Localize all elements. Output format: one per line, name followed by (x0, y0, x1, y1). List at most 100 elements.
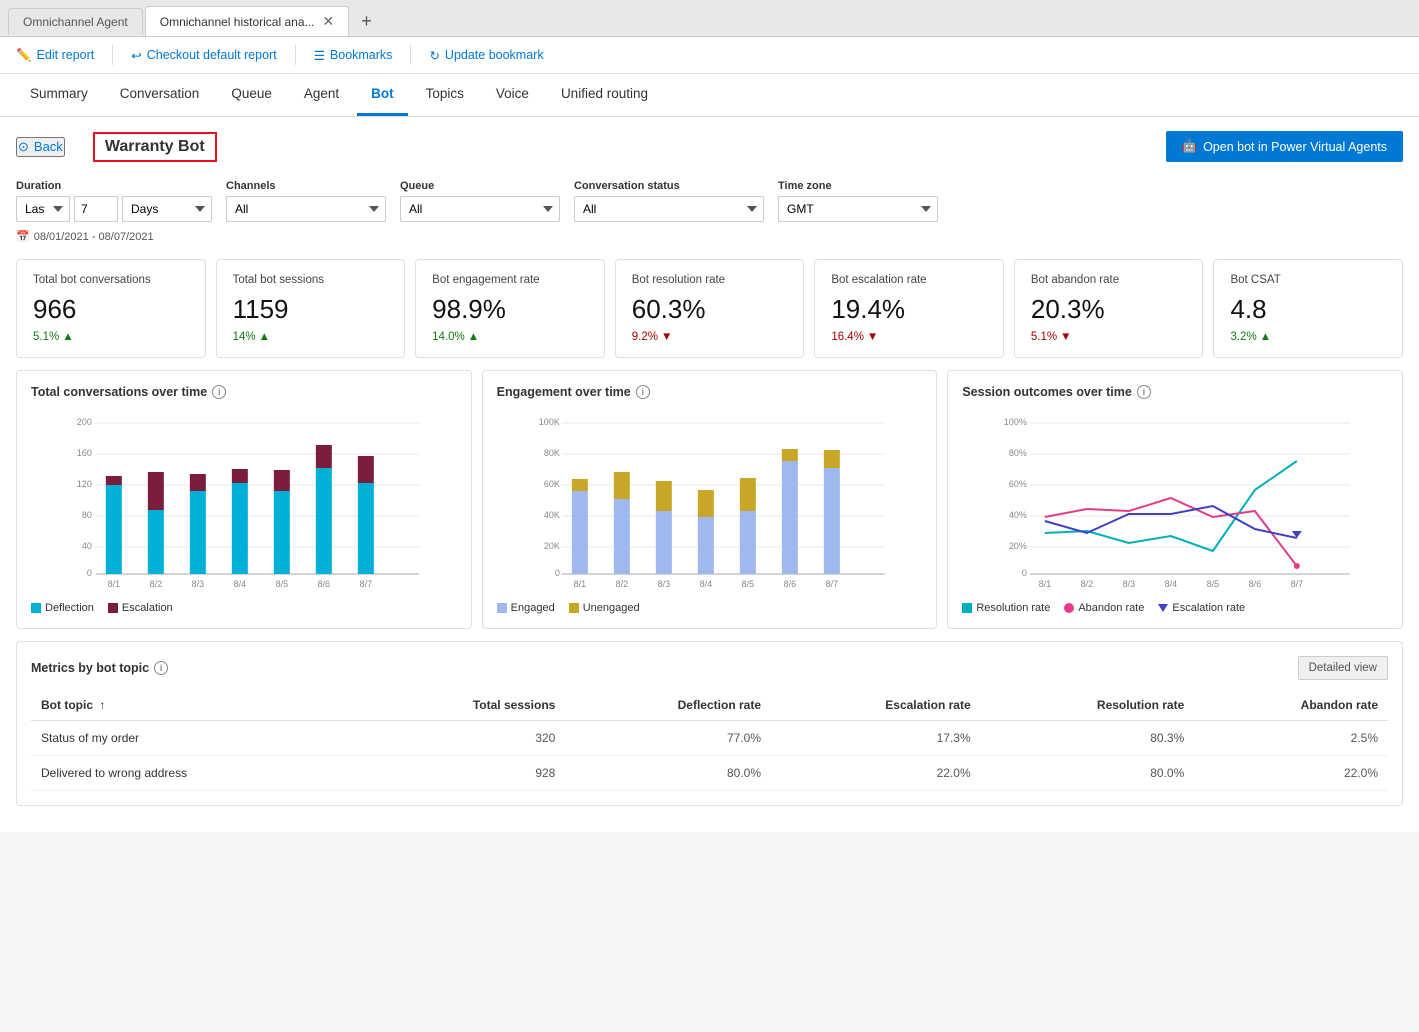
info-icon-engagement[interactable]: i (636, 385, 650, 399)
chart-conversations-over-time: Total conversations over time i 200 160 … (16, 370, 472, 629)
tab-close-icon[interactable]: ✕ (323, 13, 335, 30)
table-row: Status of my order 320 77.0% 17.3% 80.3%… (31, 721, 1388, 756)
nav-tab-topics[interactable]: Topics (412, 74, 478, 116)
kpi-label: Bot resolution rate (632, 274, 788, 286)
checkout-icon: ↩ (131, 48, 141, 63)
chart-title-conversations: Total conversations over time i (31, 385, 457, 399)
svg-text:8/3: 8/3 (1123, 579, 1136, 589)
channels-select[interactable]: All (226, 196, 386, 222)
table-row: Delivered to wrong address 928 80.0% 22.… (31, 756, 1388, 791)
channels-label: Channels (226, 180, 386, 192)
kpi-card: Bot abandon rate 20.3% 5.1% ▼ (1014, 259, 1204, 358)
col-bot-topic: Bot topic ↑ (31, 690, 361, 721)
svg-text:200: 200 (77, 417, 92, 427)
back-button[interactable]: ⊙ Back (16, 137, 65, 157)
refresh-icon: ↻ (429, 48, 439, 63)
info-icon-outcomes[interactable]: i (1137, 385, 1151, 399)
tab-omnichannel-agent[interactable]: Omnichannel Agent (8, 8, 143, 35)
col-resolution-rate: Resolution rate (981, 690, 1195, 721)
svg-text:80: 80 (82, 510, 92, 520)
nav-tab-bot[interactable]: Bot (357, 74, 408, 116)
nav-tab-conversation[interactable]: Conversation (106, 74, 214, 116)
tab-omnichannel-historical[interactable]: Omnichannel historical ana... ✕ (145, 6, 349, 36)
svg-text:8/3: 8/3 (657, 579, 670, 589)
col-deflection-rate: Deflection rate (565, 690, 771, 721)
add-tab-button[interactable]: + (351, 7, 382, 36)
nav-tab-voice[interactable]: Voice (482, 74, 543, 116)
filters-row: Duration LastFirst DaysHoursWeeks Channe… (16, 172, 1403, 226)
unengaged-label: Unengaged (583, 602, 640, 614)
col-escalation-rate: Escalation rate (771, 690, 981, 721)
engaged-color-dot (497, 603, 507, 613)
queue-select[interactable]: All (400, 196, 560, 222)
unengaged-color-dot (569, 603, 579, 613)
toolbar: ✏️ Edit report ↩ Checkout default report… (0, 37, 1419, 74)
svg-text:100K: 100K (538, 417, 559, 427)
kpi-change: 14.0% ▲ (432, 331, 588, 343)
legend-abandon-rate: Abandon rate (1064, 602, 1144, 614)
kpi-change: 9.2% ▼ (632, 331, 788, 343)
svg-text:8/2: 8/2 (615, 579, 628, 589)
svg-text:20K: 20K (543, 541, 559, 551)
nav-tab-agent[interactable]: Agent (290, 74, 353, 116)
escalation-color-dot (108, 603, 118, 613)
open-bot-button[interactable]: 🤖 Open bot in Power Virtual Agents (1166, 131, 1404, 162)
legend-deflection: Deflection (31, 602, 94, 614)
conv-status-label: Conversation status (574, 180, 764, 192)
tab-label: Omnichannel Agent (23, 15, 128, 29)
info-icon-conversations[interactable]: i (212, 385, 226, 399)
bar-chart-conversations: 200 160 120 80 40 0 Conversations (31, 411, 457, 591)
escalation-label: Escalation (122, 602, 173, 614)
edit-report-button[interactable]: ✏️ Edit report (16, 48, 94, 63)
svg-text:8/6: 8/6 (318, 579, 331, 589)
conv-status-select[interactable]: All (574, 196, 764, 222)
update-bookmark-button[interactable]: ↻ Update bookmark (429, 48, 543, 63)
nav-tab-unified-routing[interactable]: Unified routing (547, 74, 662, 116)
page-header: ⊙ Back Warranty Bot 🤖 Open bot in Power … (16, 117, 1403, 172)
kpi-card: Total bot sessions 1159 14% ▲ (216, 259, 406, 358)
svg-text:80%: 80% (1009, 448, 1027, 458)
cell-resolution-rate: 80.0% (981, 756, 1195, 791)
svg-text:40K: 40K (543, 510, 559, 520)
chart-title-engagement: Engagement over time i (497, 385, 923, 399)
legend-engagement: Engaged Unengaged (497, 602, 923, 614)
legend-engaged: Engaged (497, 602, 555, 614)
timezone-select[interactable]: GMT (778, 196, 938, 222)
bar-chart-engagement: 100K 80K 60K 40K 20K 0 Sessions (497, 411, 923, 591)
channels-filter: Channels All (226, 180, 386, 222)
svg-text:20%: 20% (1009, 541, 1027, 551)
col-total-sessions: Total sessions (361, 690, 565, 721)
calendar-icon: 📅 (16, 230, 30, 243)
chart-title-outcomes: Session outcomes over time i (962, 385, 1388, 399)
kpi-label: Total bot conversations (33, 274, 189, 286)
duration-unit-select[interactable]: DaysHoursWeeks (122, 196, 212, 222)
legend-conversations: Deflection Escalation (31, 602, 457, 614)
nav-tab-summary[interactable]: Summary (16, 74, 102, 116)
checkout-default-button[interactable]: ↩ Checkout default report (131, 48, 276, 63)
kpi-label: Bot CSAT (1230, 274, 1386, 286)
svg-text:8/3: 8/3 (192, 579, 205, 589)
timezone-filter: Time zone GMT (778, 180, 938, 222)
chart-session-outcomes: Session outcomes over time i 100% 80% 60… (947, 370, 1403, 629)
svg-text:8/7: 8/7 (1291, 579, 1304, 589)
escalation-rate-icon (1158, 604, 1168, 612)
kpi-card: Bot CSAT 4.8 3.2% ▲ (1213, 259, 1403, 358)
info-icon-table[interactable]: i (154, 661, 168, 675)
cell-topic: Status of my order (31, 721, 361, 756)
duration-select[interactable]: LastFirst (16, 196, 70, 222)
page-title: Warranty Bot (93, 132, 217, 162)
duration-number-input[interactable] (74, 196, 118, 222)
kpi-card: Bot resolution rate 60.3% 9.2% ▼ (615, 259, 805, 358)
deflection-color-dot (31, 603, 41, 613)
svg-text:40%: 40% (1009, 510, 1027, 520)
kpi-value: 966 (33, 294, 189, 325)
legend-unengaged: Unengaged (569, 602, 640, 614)
svg-text:8/6: 8/6 (783, 579, 796, 589)
bookmarks-button[interactable]: ☰ Bookmarks (314, 48, 393, 63)
nav-tab-queue[interactable]: Queue (217, 74, 286, 116)
conv-status-filter: Conversation status All (574, 180, 764, 222)
tab-label: Omnichannel historical ana... (160, 15, 315, 29)
line-chart-outcomes: 100% 80% 60% 40% 20% 0 Percentage (962, 411, 1388, 591)
sort-icon[interactable]: ↑ (99, 698, 105, 712)
detailed-view-button[interactable]: Detailed view (1298, 656, 1388, 680)
